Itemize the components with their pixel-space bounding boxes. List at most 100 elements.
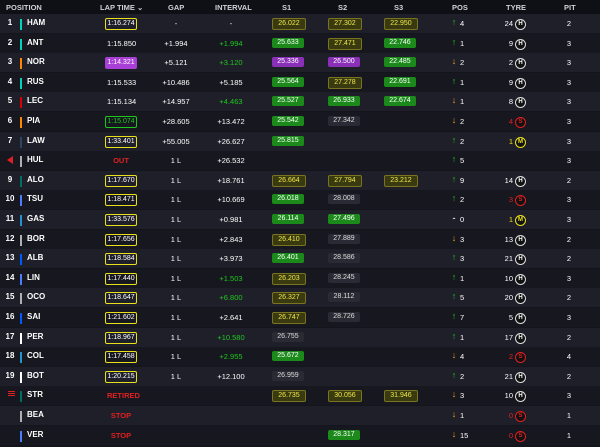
- table-row[interactable]: 3 NOR 1:14.321 +5.121 +3.120 25.336 26.500 22.4…: [0, 53, 600, 73]
- position-change: 1: [460, 77, 465, 87]
- driver-code[interactable]: ALO: [27, 175, 44, 184]
- interval-value: +0.981: [219, 215, 243, 224]
- timing-board: POSITION LAP TIME ⌄ GAP INTERVAL S1 S2 S…: [0, 0, 600, 447]
- driver-code[interactable]: PER: [27, 332, 43, 341]
- sector-s2: 28.586: [328, 253, 360, 264]
- position-number: 15: [5, 292, 15, 302]
- team-color-bar: [20, 97, 22, 109]
- chevron-down-icon: ⌄: [136, 3, 144, 12]
- table-row[interactable]: 2 ANT 1:15.850 +1.994 +1.994 25.633 27.471 22.7…: [0, 33, 600, 53]
- driver-code[interactable]: LEC: [27, 96, 43, 105]
- lap-status: OUT: [113, 156, 129, 166]
- sector-s1: 25.527: [272, 96, 304, 107]
- position-number: 3: [7, 57, 13, 67]
- table-row[interactable]: HUL OUT 1 L +26.532 ↑ 5 3: [0, 151, 600, 171]
- driver-code[interactable]: ALB: [27, 253, 43, 262]
- driver-code[interactable]: NOR: [27, 57, 45, 66]
- driver-code[interactable]: HUL: [27, 155, 43, 164]
- gap-value: 1 L: [170, 254, 182, 264]
- lap-time: 1:33.576: [105, 214, 137, 226]
- pit-count: 3: [566, 215, 572, 224]
- team-color-bar: [20, 215, 22, 226]
- tyre-laps: 2: [508, 352, 513, 362]
- hard-tyre-icon: H: [515, 97, 526, 109]
- table-row[interactable]: BEA STOP ↓ 1 0 S 1: [0, 406, 600, 425]
- tyre-laps: 10: [504, 391, 513, 401]
- table-row[interactable]: 13 ALB 1:18.584 1 L +3.973 26.401 28.586 ↑ 3 21 H 2: [0, 249, 600, 269]
- pit-count: 3: [566, 156, 572, 166]
- pit-count: 2: [566, 175, 572, 185]
- table-row[interactable]: 14 LIN 1:17.440 1 L +1.503 26.203 28.245 ↑ 1 10 H 3: [0, 268, 600, 288]
- team-color-bar: [20, 411, 22, 422]
- driver-code[interactable]: BOT: [27, 371, 44, 380]
- driver-code[interactable]: OCO: [27, 292, 45, 301]
- tyre-laps: 3: [508, 195, 513, 205]
- interval-value: +2.843: [219, 234, 243, 244]
- driver-code[interactable]: BEA: [27, 410, 44, 419]
- lap-time: 1:18.967: [105, 331, 137, 344]
- table-row[interactable]: 4 RUS 1:15.533 +10.486 +5.185 25.564 27.278 22.…: [0, 72, 600, 92]
- lap-time: 1:17.656: [105, 233, 137, 246]
- gap-value: 1 L: [170, 273, 182, 283]
- driver-code[interactable]: TSU: [27, 194, 43, 203]
- header-lap-time[interactable]: LAP TIME ⌄: [100, 3, 143, 12]
- table-row[interactable]: 6 PIA 1:15.074 +28.605 +13.472 25.542 27.342 ↓ 2…: [0, 112, 600, 131]
- soft-tyre-icon: S: [515, 117, 526, 128]
- sector-s1: 26.327: [272, 292, 306, 305]
- tyre-laps: 2: [508, 58, 513, 68]
- table-row[interactable]: 9 ALO 1:17.670 1 L +18.761 26.664 27.794 23.212…: [0, 170, 600, 190]
- gap-value: 1 L: [170, 234, 182, 244]
- driver-code[interactable]: HAM: [27, 18, 45, 27]
- driver-code[interactable]: PIA: [27, 116, 40, 125]
- table-row[interactable]: 19 BOT 1:20.215 1 L +12.100 26.959 ↑ 2 21 H 2: [0, 366, 600, 386]
- driver-code[interactable]: SAI: [27, 312, 40, 321]
- arrow-up-icon: ↑: [451, 17, 457, 27]
- table-row[interactable]: STR RETIRED 26.735 30.056 31.946 ↓ 3 10 H 3: [0, 386, 600, 406]
- arrow-up-icon: ↑: [451, 173, 457, 184]
- table-row[interactable]: 12 BOR 1:17.656 1 L +2.843 26.410 27.889 ↓ 3 13 H 2: [0, 229, 600, 249]
- table-row[interactable]: 16 SAI 1:21.602 1 L +2.641 26.747 28.726 ↑ 7 5 H 3: [0, 308, 600, 327]
- table-header: POSITION LAP TIME ⌄ GAP INTERVAL S1 S2 S…: [0, 0, 600, 14]
- sector-s3: 31.946: [384, 390, 418, 403]
- table-row[interactable]: 7 LAW 1:33.401 +55.005 +26.627 25.815 ↑ 2 1 M 3: [0, 131, 600, 151]
- driver-code[interactable]: COL: [27, 351, 44, 360]
- driver-code[interactable]: STR: [27, 390, 43, 399]
- driver-code[interactable]: LIN: [27, 273, 40, 282]
- position-change: 4: [460, 19, 465, 28]
- pit-count: 1: [566, 411, 572, 420]
- driver-code[interactable]: GAS: [27, 214, 44, 223]
- table-row[interactable]: 15 OCO 1:18.647 1 L +6.800 26.327 28.112 ↑ 5 20 H 2: [0, 288, 600, 308]
- header-interval: INTERVAL: [215, 3, 252, 12]
- lap-time: 1:15.074: [105, 116, 137, 128]
- interval-value: +2.641: [219, 313, 243, 322]
- gap-value: 1 L: [170, 313, 182, 322]
- pit-count: 1: [566, 430, 572, 440]
- tyre-laps: 24: [504, 19, 513, 28]
- table-row[interactable]: 1 HAM 1:16.274 - - 26.022 27.302 22.950 ↑ 4 24 H 2: [0, 14, 600, 33]
- driver-code[interactable]: VER: [27, 430, 43, 439]
- table-row[interactable]: 17 PER 1:18.967 1 L +10.580 26.755 ↑ 1 17 H 2: [0, 327, 600, 347]
- table-row[interactable]: 10 TSU 1:18.471 1 L +10.669 26.018 28.008 ↑ 2 3 S 3: [0, 190, 600, 210]
- tyre-laps: 21: [504, 254, 513, 264]
- driver-code[interactable]: RUS: [27, 77, 44, 86]
- table-row[interactable]: 5 LEC 1:15.134 +14.957 +4.463 25.527 26.933 22.…: [0, 92, 600, 112]
- table-row[interactable]: VER STOP 28.317 ↓ 15 0 S 1: [0, 425, 600, 445]
- sector-s3: 22.485: [384, 57, 416, 68]
- gap-value: 1 L: [170, 352, 182, 362]
- driver-code[interactable]: BOR: [27, 234, 45, 243]
- team-color-bar: [20, 38, 22, 50]
- team-color-bar: [20, 175, 22, 187]
- driver-code[interactable]: ANT: [27, 38, 43, 47]
- table-row[interactable]: 11 GAS 1:33.576 1 L +0.981 26.114 27.496 -0 1 M 3: [0, 210, 600, 229]
- lap-time: 1:15.134: [107, 97, 137, 107]
- position-number: 5: [7, 96, 13, 106]
- arrow-down-icon: ↓: [451, 350, 457, 361]
- table-row[interactable]: 18 COL 1:17.458 1 L +2.955 25.672 ↓ 4 2 S 4: [0, 347, 600, 367]
- interval-value: +2.955: [219, 352, 243, 362]
- header-pit: PIT: [564, 3, 576, 12]
- driver-code[interactable]: LAW: [27, 136, 45, 145]
- position-number: 19: [5, 370, 15, 380]
- pit-count: 2: [566, 371, 572, 381]
- tyre-laps: 21: [504, 371, 513, 381]
- soft-tyre-icon: S: [515, 195, 526, 207]
